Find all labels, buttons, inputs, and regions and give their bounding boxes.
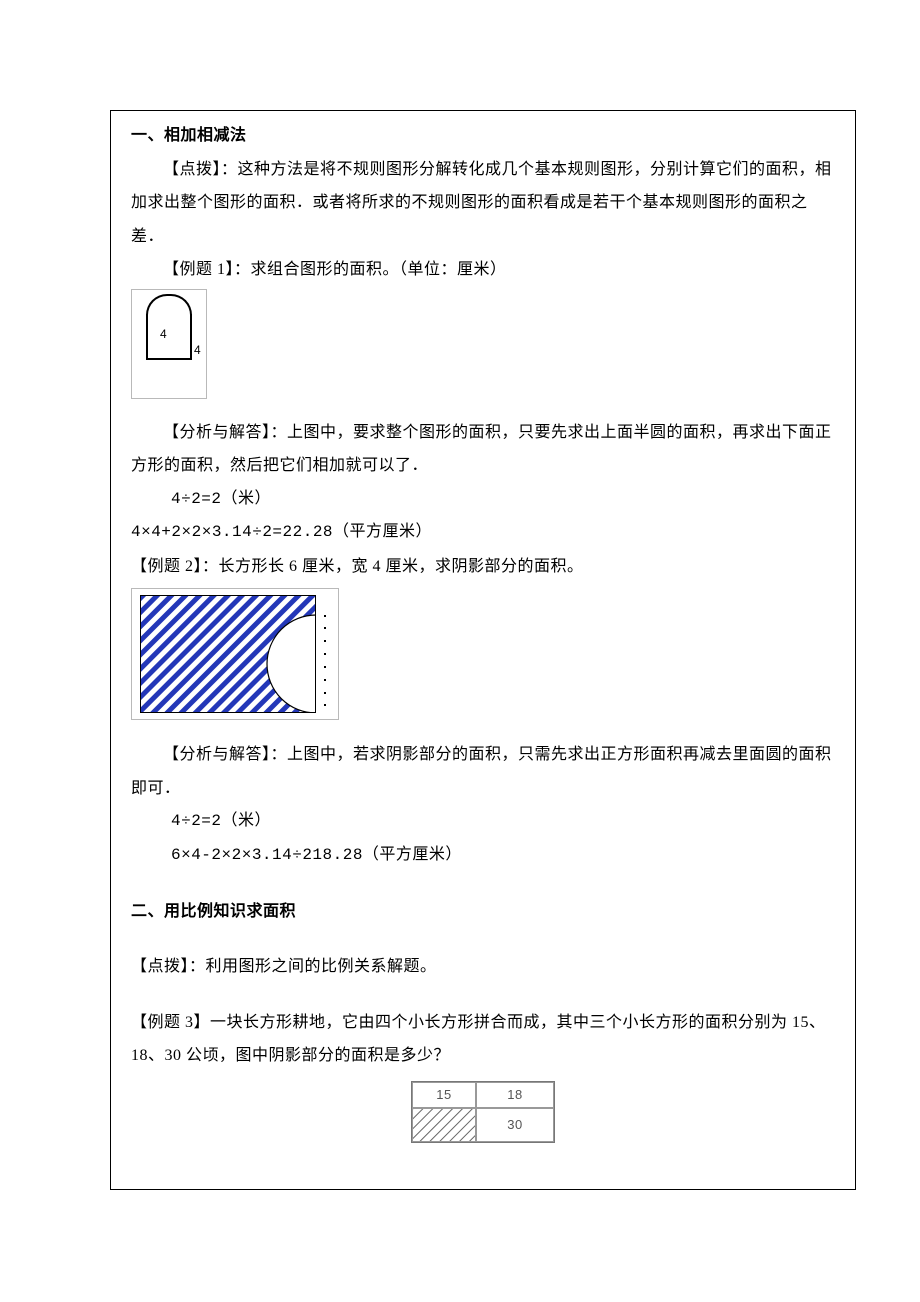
example1-figure: 4 4 [131, 289, 207, 399]
hatched-rect-icon [140, 595, 328, 713]
example3-title: 【例题 3】一块长方形耕地，它由四个小长方形拼合而成，其中三个小长方形的面积分别… [131, 1006, 835, 1073]
example2-answer-label: 【分析与解答】 [163, 746, 271, 763]
grid-cell-tr: 18 [476, 1082, 554, 1108]
tip-text-2: ：利用图形之间的比例关系解题。 [189, 958, 437, 975]
tip-label-2: 【点拨】 [131, 958, 189, 975]
example2-text: ：长方形长 6 厘米，宽 4 厘米，求阴影部分的面积。 [202, 558, 584, 575]
example2-answer: 【分析与解答】：上图中，若求阴影部分的面积，只需先求出正方形面积再减去里面圆的面… [131, 738, 835, 805]
square-shape [146, 314, 192, 360]
section1-heading: 一、相加相减法 [131, 119, 835, 153]
page-content: 一、相加相减法 【点拨】：这种方法是将不规则图形分解转化成几个基本规则图形，分别… [111, 111, 855, 1166]
tip-text: ：这种方法是将不规则图形分解转化成几个基本规则图形，分别计算它们的面积，相加求出… [131, 161, 832, 245]
example1-calc1: 4÷2=2（米） [131, 483, 835, 517]
grid-cell-shaded [412, 1108, 476, 1142]
tip-label: 【点拨】 [163, 161, 221, 178]
grid-cell-br: 30 [476, 1108, 554, 1142]
example1-text: ：求组合图形的面积。（单位：厘米） [234, 261, 507, 278]
example3-label: 【例题 3】 [131, 1014, 210, 1031]
example1-title: 【例题 1】：求组合图形的面积。（单位：厘米） [131, 253, 835, 287]
figure1-label-top: 4 [160, 322, 167, 347]
example3-text: 一块长方形耕地，它由四个小长方形拼合而成，其中三个小长方形的面积分别为 15、1… [131, 1014, 826, 1065]
dotted-edge [322, 615, 328, 707]
example1-answer: 【分析与解答】：上图中，要求整个图形的面积，只要先求出上面半圆的面积，再求出下面… [131, 416, 835, 483]
example1-label: 【例题 1】 [163, 261, 234, 278]
example2-calc1: 4÷2=2（米） [131, 805, 835, 839]
hatch-fill-icon [413, 1108, 475, 1142]
example2-label: 【例题 2】 [131, 558, 202, 575]
section2-heading: 二、用比例知识求面积 [131, 895, 835, 929]
section2-tip: 【点拨】：利用图形之间的比例关系解题。 [131, 950, 835, 984]
grid-cell-tl: 15 [412, 1082, 476, 1108]
figure1-label-side: 4 [194, 338, 201, 363]
example2-figure [131, 588, 339, 720]
section1-tip: 【点拨】：这种方法是将不规则图形分解转化成几个基本规则图形，分别计算它们的面积，… [131, 153, 835, 254]
example1-answer-label: 【分析与解答】 [163, 424, 271, 441]
example2-calc2: 6×4-2×2×3.14÷218.28（平方厘米） [131, 839, 835, 873]
example3-figure: 15 18 30 [131, 1081, 835, 1155]
example2-title: 【例题 2】：长方形长 6 厘米，宽 4 厘米，求阴影部分的面积。 [131, 550, 835, 584]
example1-calc2: 4×4+2×2×3.14÷2=22.28（平方厘米） [131, 516, 835, 550]
page-border: 一、相加相减法 【点拨】：这种方法是将不规则图形分解转化成几个基本规则图形，分别… [110, 110, 856, 1190]
